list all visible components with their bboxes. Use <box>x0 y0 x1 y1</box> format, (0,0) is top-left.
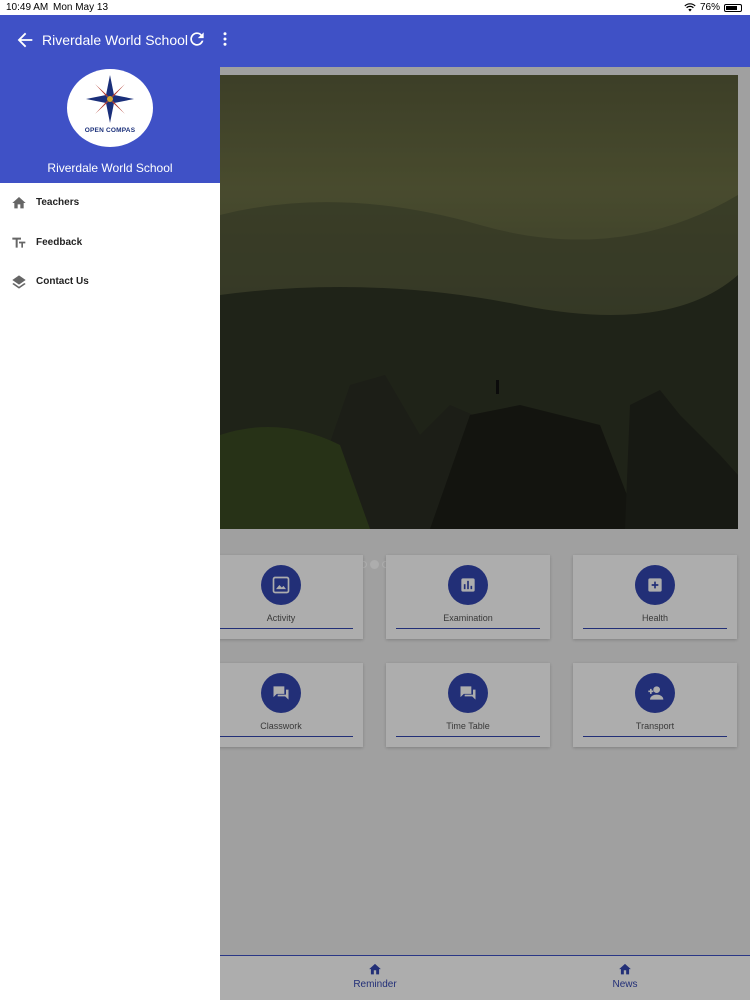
app-title: Riverdale World School <box>42 32 189 48</box>
drawer-title: Riverdale World School <box>47 161 173 175</box>
drawer-item-contact-us[interactable]: Contact Us <box>0 262 220 302</box>
drawer-menu: Teachers Feedback Contact Us <box>0 183 220 302</box>
drawer-header: OPEN COMPAS Riverdale World School <box>0 67 220 183</box>
app-bar: Riverdale World School <box>0 15 750 67</box>
status-time: 10:49 AM <box>6 2 49 13</box>
layers-icon <box>12 275 26 289</box>
battery-icon <box>724 3 742 12</box>
back-arrow-icon[interactable] <box>14 29 36 51</box>
home-icon <box>12 197 26 209</box>
drawer-item-feedback[interactable]: Feedback <box>0 223 220 263</box>
navigation-drawer: OPEN COMPAS Riverdale World School Teach… <box>0 67 220 1000</box>
drawer-item-label: Feedback <box>36 236 83 248</box>
more-vert-icon[interactable] <box>216 29 234 49</box>
compass-rose-icon <box>86 75 134 123</box>
wifi-icon <box>684 3 696 12</box>
battery-percent: 76% <box>699 2 720 13</box>
logo-text: OPEN COMPAS <box>84 127 136 134</box>
refresh-icon[interactable] <box>187 29 207 49</box>
drawer-item-label: Teachers <box>36 197 80 208</box>
drawer-item-teachers[interactable]: Teachers <box>0 183 220 223</box>
text-size-icon <box>12 237 26 248</box>
school-logo: OPEN COMPAS <box>67 69 153 147</box>
status-right: 76% <box>684 2 742 13</box>
status-date: Mon May 13 <box>53 2 109 13</box>
drawer-item-label: Contact Us <box>36 276 89 287</box>
status-bar: 10:49 AM Mon May 13 76% <box>0 0 750 15</box>
